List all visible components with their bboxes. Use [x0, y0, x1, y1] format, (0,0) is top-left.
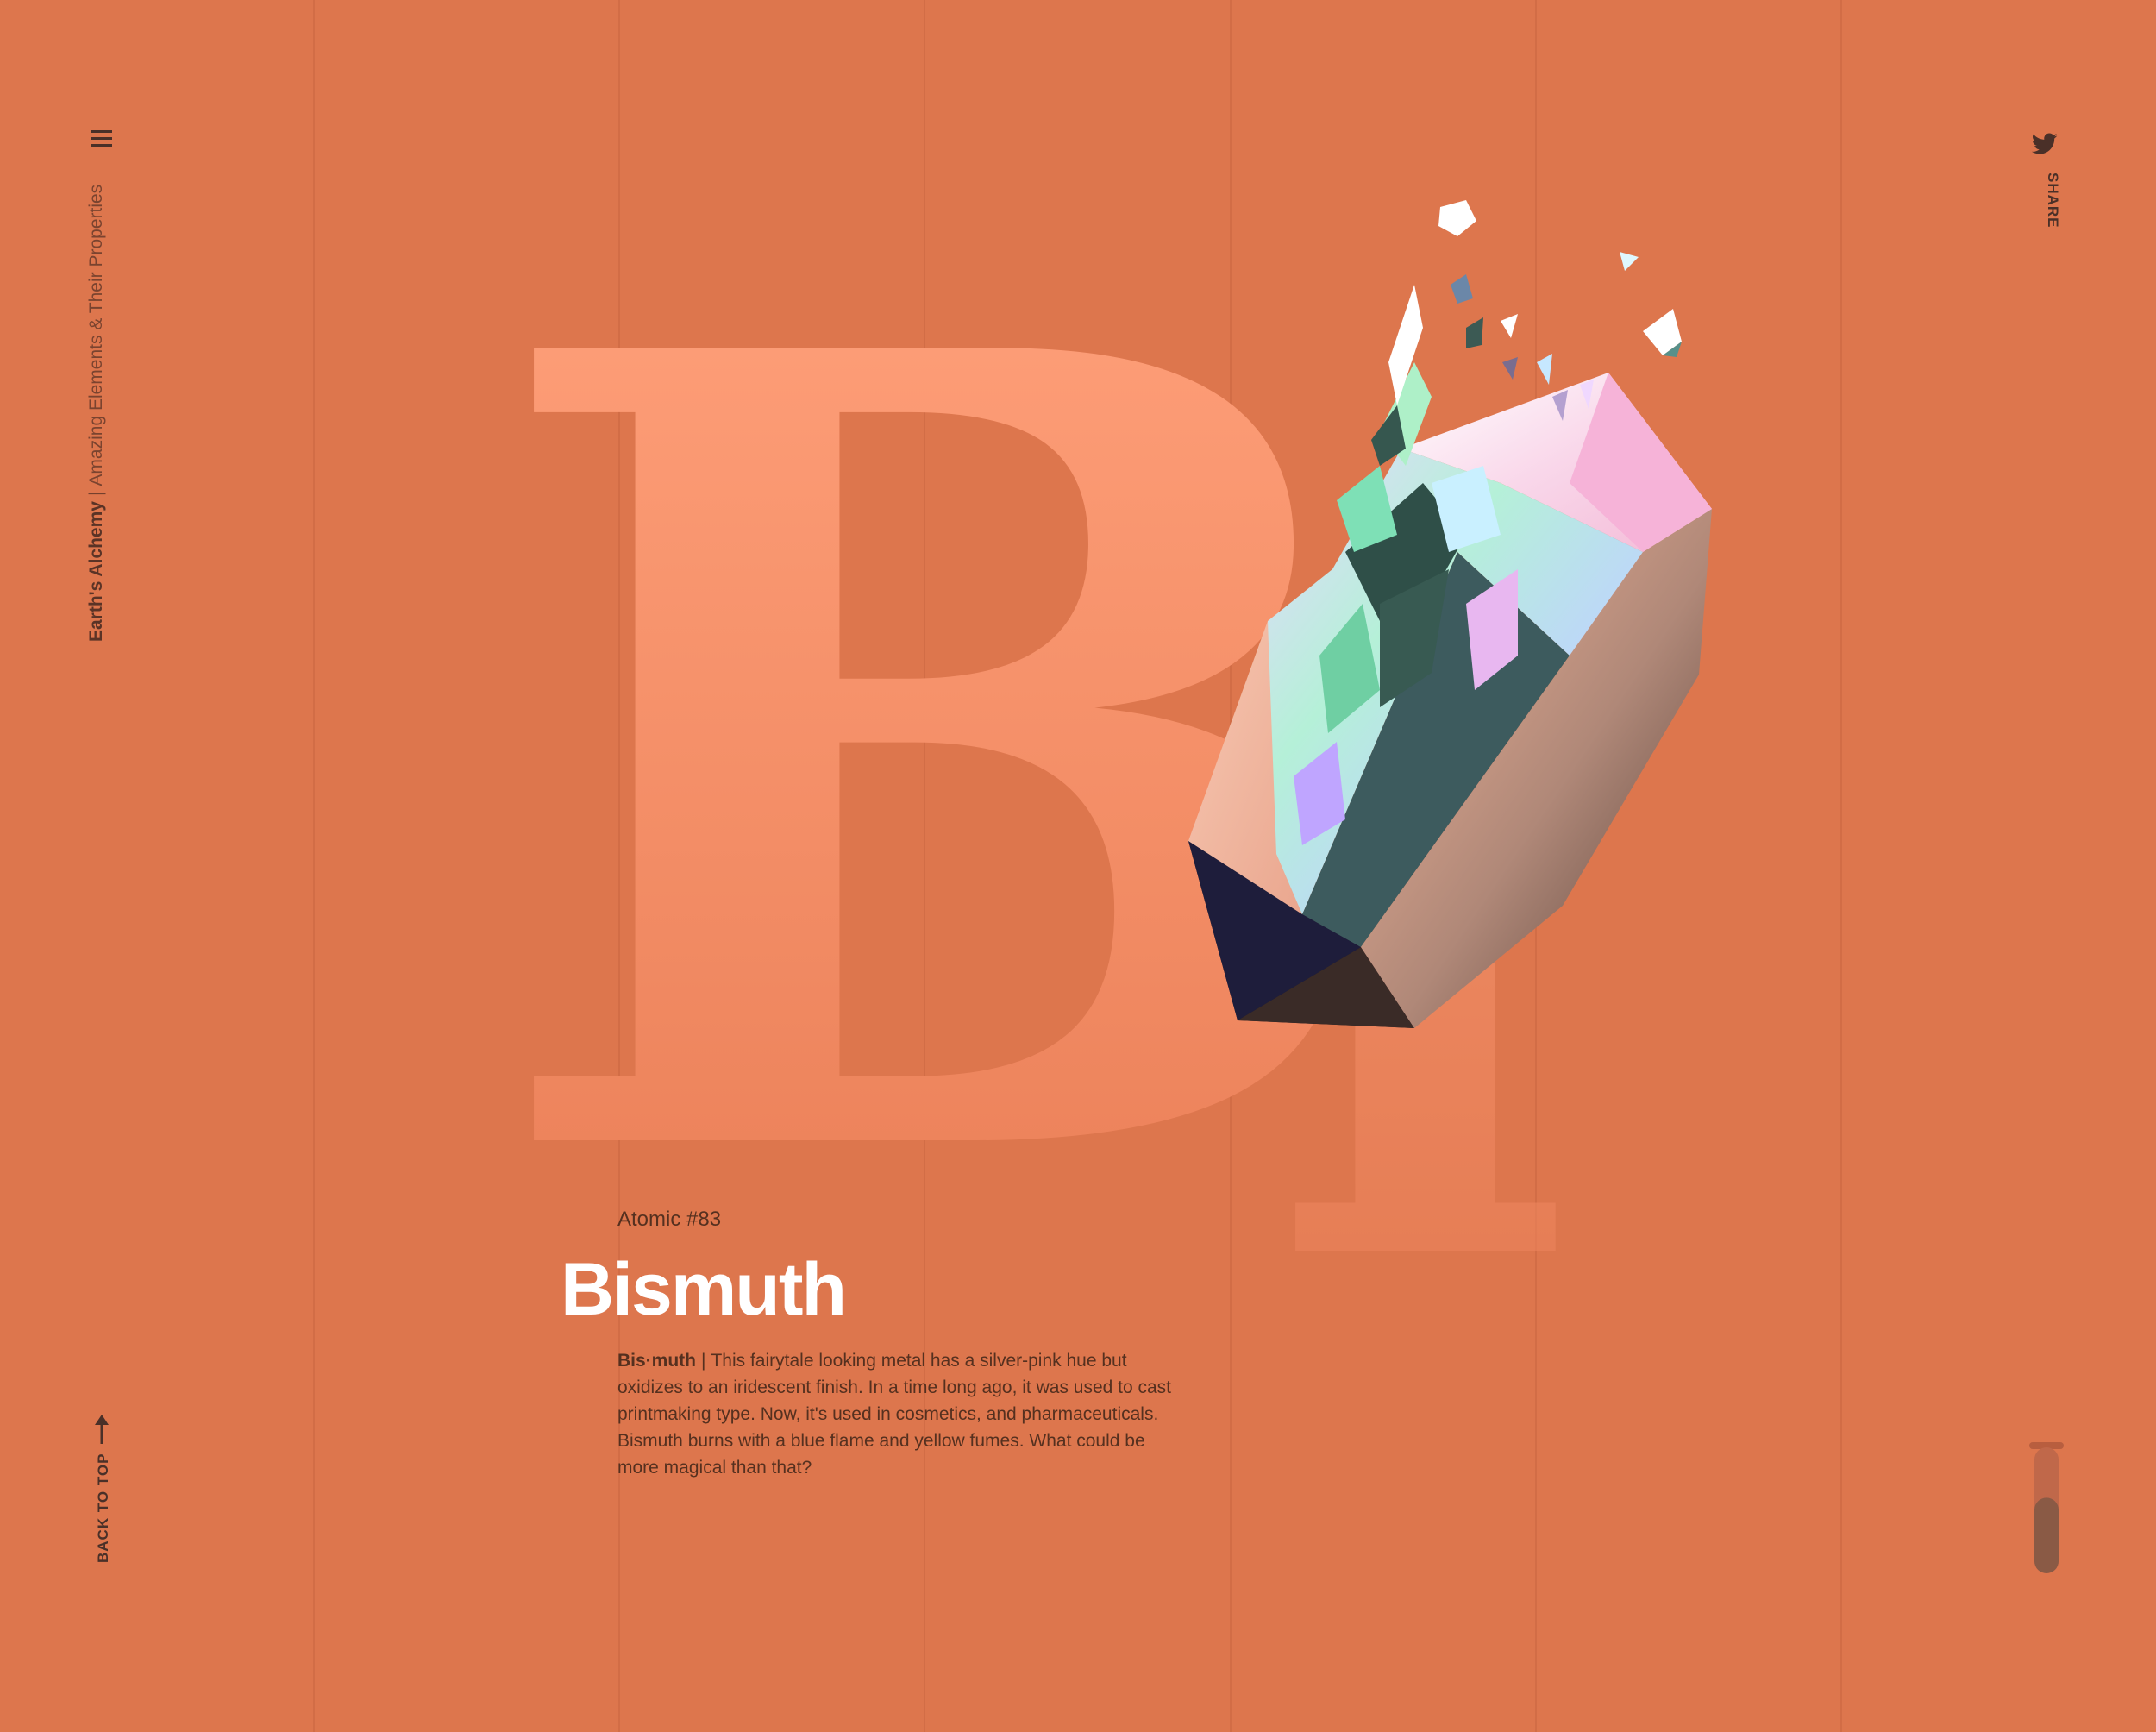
brand-name: Earth's Alchemy	[86, 501, 106, 642]
site-title[interactable]: Earth's Alchemy | Amazing Elements & Their…	[86, 185, 107, 642]
grid-line	[313, 0, 315, 1732]
pronunciation: Bis·muth	[617, 1351, 696, 1371]
brand-separator: |	[86, 491, 106, 497]
back-to-top-button[interactable]: BACK TO TOP	[90, 1415, 114, 1564]
hamburger-menu-icon[interactable]	[91, 129, 112, 148]
site-tagline: Amazing Elements & Their Properties	[86, 184, 106, 486]
test-tube-icon	[2029, 1442, 2064, 1573]
arrow-up-icon	[95, 1415, 109, 1444]
back-to-top-label: BACK TO TOP	[95, 1453, 111, 1564]
element-name: Bismuth	[561, 1248, 847, 1331]
description-separator: |	[701, 1351, 706, 1371]
element-description: Bis·muth | This fairytale looking metal ha…	[617, 1347, 1178, 1481]
progress-fill	[2034, 1497, 2059, 1573]
twitter-bird-icon[interactable]	[2031, 133, 2058, 155]
grid-line	[1840, 0, 1842, 1732]
bismuth-crystal-illustration	[1188, 200, 1712, 1028]
atomic-number: Atomic #83	[617, 1208, 722, 1231]
share-label[interactable]: SHARE	[2044, 173, 2061, 229]
